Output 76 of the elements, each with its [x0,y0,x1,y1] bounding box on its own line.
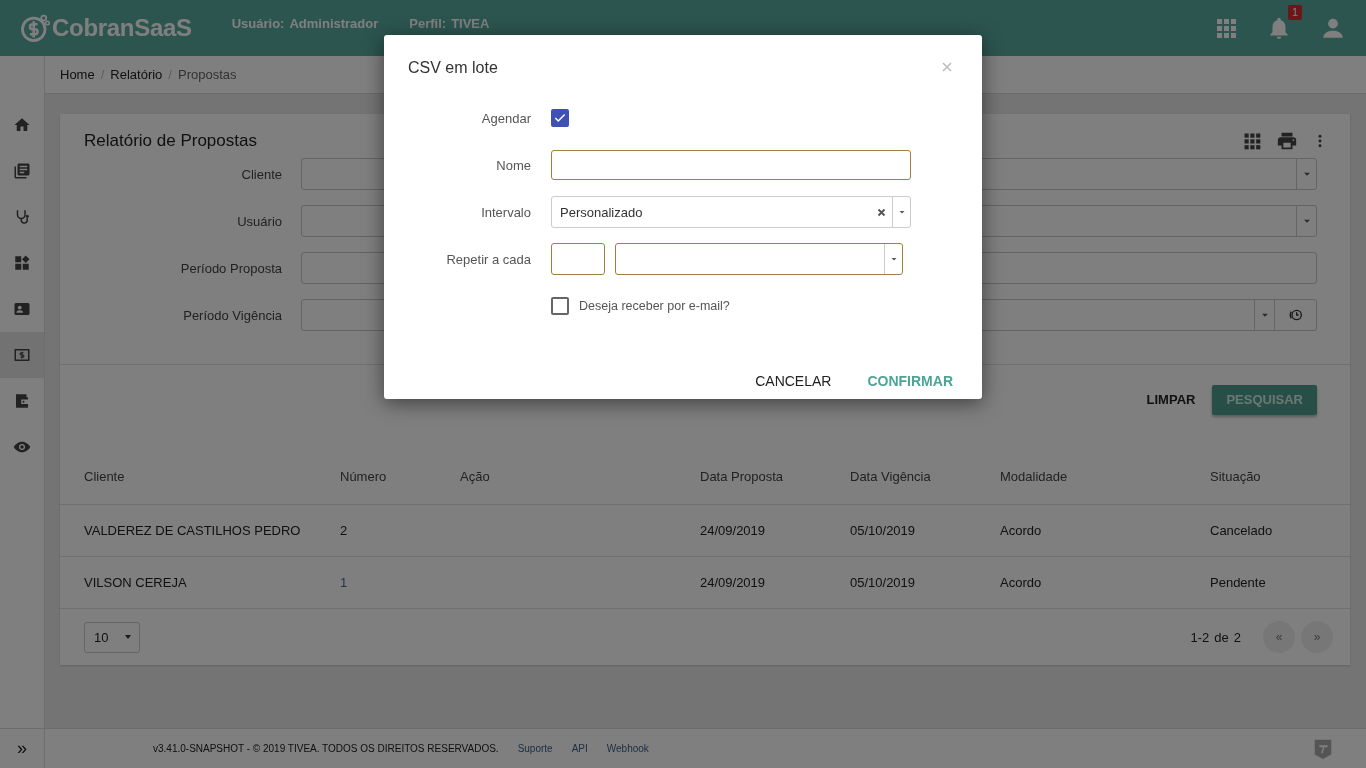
table-cell-text: 24/09/2019 [700,523,767,538]
column-header: Data Vigência [850,469,932,484]
breadcrumb-link[interactable]: Home [60,67,95,82]
confirm-button[interactable]: CONFIRMAR [867,367,953,395]
next-page-button[interactable]: » [1301,621,1333,653]
print-icon[interactable] [1276,130,1298,152]
field-label: Agendar [481,110,531,126]
column-header: Modalidade [1000,469,1069,484]
table-cell-text: 24/09/2019 [700,575,767,590]
contact-card-icon [13,300,31,318]
breadcrumb-separator: / [100,67,105,82]
sidebar-item[interactable] [0,332,44,378]
user-label: Usuário: [231,15,285,31]
checkbox-label: Deseja receber por e-mail? [579,299,730,313]
table-cell-text: 2 [340,523,349,538]
report-title: Relatório de Propostas [84,131,257,151]
breadcrumb-separator: / [168,67,172,82]
table-cell-text: VALDEREZ DE CASTILHOS PEDRO [84,523,302,538]
cancel-button[interactable]: CANCELAR [755,367,832,395]
filter-label: Usuário [236,213,282,229]
table-cell-text: 05/10/2019 [850,575,917,590]
copyright-text: v3.41.0-SNAPSHOT - © 2019 TIVEA. TODOS OS DIREITOS RESERVADOS. [153,743,499,754]
table-cell-text: Pendente [1210,575,1267,590]
library-icon [13,162,31,180]
search-button[interactable]: PESQUISAR [1212,384,1317,415]
notification-badge: 1 [1287,5,1302,20]
column-header: Cliente [84,469,126,484]
profile-name: TIVEA [451,15,490,31]
home-icon [13,116,31,134]
filter-label: Cliente [240,166,282,182]
table-cell-text: Acordo [1000,575,1043,590]
expand-menu-button[interactable]: » [0,729,45,768]
number-input[interactable] [551,243,605,275]
previous-page-button[interactable]: « [1263,621,1295,653]
select-field[interactable] [615,243,903,275]
profile-label: Perfil: [409,15,447,31]
table-cell-text: Cancelado [1210,523,1274,538]
column-header: Ação [460,469,491,484]
field-label: Intervalo [481,204,531,220]
table-cell-text: VILSON CEREJA [84,575,188,590]
table-cell-text: Acordo [1000,523,1043,538]
range-text: 1-2 [1190,629,1210,645]
table-cell-text: 05/10/2019 [850,523,917,538]
filter-label: Período Vigência [182,307,282,323]
column-header: Data Proposta [700,469,785,484]
checkbox[interactable] [551,109,569,127]
dialog-title: CSV em lote [408,59,498,77]
footer-link[interactable]: Suporte [517,743,553,754]
filter-label: Período Proposta [179,260,282,276]
clear-icon[interactable] [877,207,886,217]
footer-link[interactable]: API [571,743,588,754]
text-input[interactable] [551,150,911,180]
footer-link[interactable]: Webhook [606,743,649,754]
checkbox[interactable] [551,297,569,315]
page-size-select[interactable]: 10 [84,621,141,653]
breadcrumb-link[interactable]: Relatório [110,67,163,82]
select-value: Personalizado [559,204,644,220]
range-text: de [1214,629,1229,645]
select-field[interactable]: Personalizado [551,196,911,228]
column-header: Situação [1210,469,1262,484]
wallet-icon [13,392,31,410]
history-icon [1287,307,1304,323]
widgets-icon [13,254,31,272]
clear-button[interactable]: LIMPAR [1146,384,1196,415]
field-label: Repetir a cada [446,251,531,267]
range-text: 2 [1233,629,1241,645]
money-icon [13,346,31,364]
column-header: Número [340,469,388,484]
apps-icon[interactable] [1214,16,1238,40]
user-name: Administrador [289,15,379,31]
shield-logo-icon [1312,737,1334,760]
field-label: Nome [496,157,531,173]
number-link[interactable]: 1 [340,575,460,590]
columns-icon[interactable] [1242,131,1262,151]
brand-name: CobranSaaS [52,14,192,42]
logo-icon [20,13,50,43]
